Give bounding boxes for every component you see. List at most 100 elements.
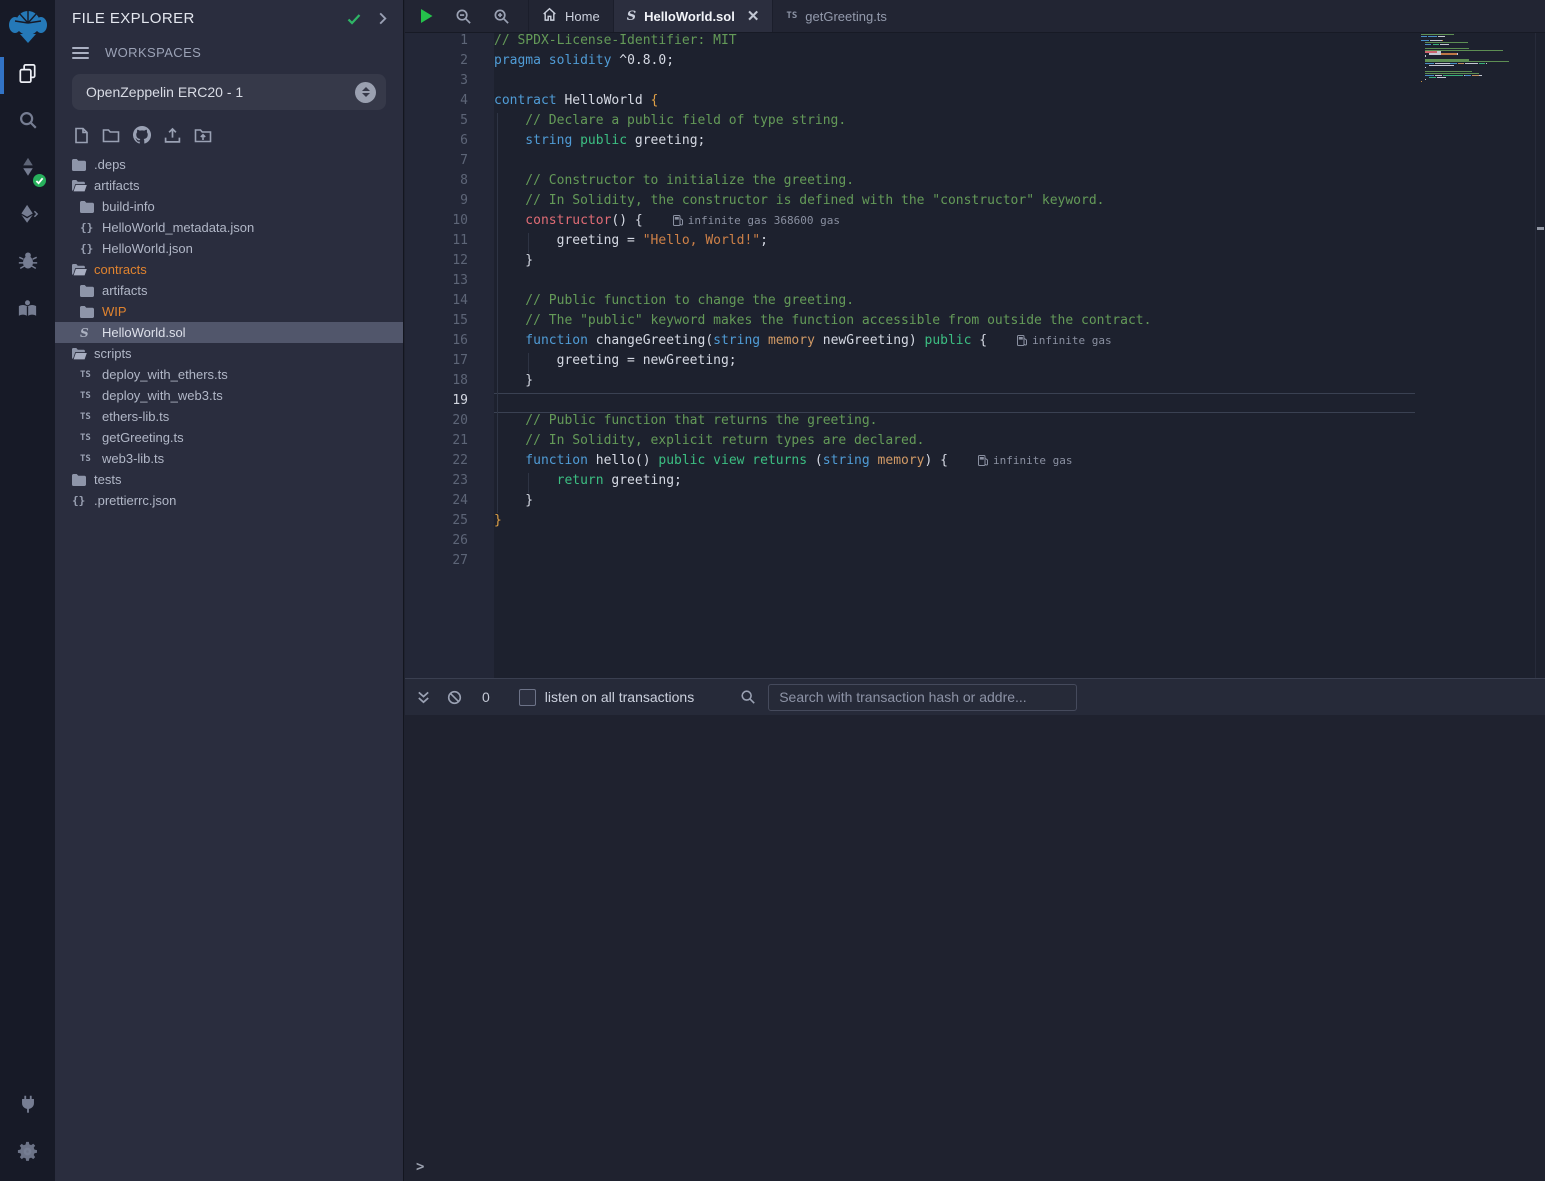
- tab-helloworld-sol[interactable]: S HelloWorld.sol ✕: [613, 0, 773, 32]
- code-line[interactable]: // SPDX-License-Identifier: MIT: [494, 33, 1415, 53]
- zoom-out-icon[interactable]: [455, 8, 472, 25]
- editor-code-area[interactable]: // SPDX-License-Identifier: MITpragma so…: [494, 33, 1415, 678]
- code-line[interactable]: [494, 73, 1415, 93]
- tree-item-deploy-with-ethers-ts[interactable]: TSdeploy_with_ethers.ts: [55, 364, 403, 385]
- line-number[interactable]: 18: [405, 373, 494, 393]
- line-number[interactable]: 12: [405, 253, 494, 273]
- line-number[interactable]: 25: [405, 513, 494, 533]
- code-line[interactable]: // In Solidity, the constructor is defin…: [494, 193, 1415, 213]
- tree-item-helloworld-metadata-json[interactable]: {}HelloWorld_metadata.json: [55, 217, 403, 238]
- rail-tutorials-button[interactable]: [0, 287, 55, 334]
- code-line[interactable]: }: [494, 493, 1415, 513]
- workspace-ok-icon[interactable]: [346, 11, 362, 27]
- new-folder-icon[interactable]: [102, 128, 120, 143]
- line-number[interactable]: 10: [405, 213, 494, 233]
- code-line[interactable]: // The "public" keyword makes the functi…: [494, 313, 1415, 333]
- line-number[interactable]: 24: [405, 493, 494, 513]
- line-number[interactable]: 20: [405, 413, 494, 433]
- tree-item-getgreeting-ts[interactable]: TSgetGreeting.ts: [55, 427, 403, 448]
- editor-gutter[interactable]: 1234567891011121314151617181920212223242…: [405, 33, 494, 678]
- tab-home[interactable]: Home: [528, 0, 613, 32]
- code-line[interactable]: constructor() {infinite gas 368600 gas: [494, 213, 1415, 233]
- line-number[interactable]: 4: [405, 93, 494, 113]
- tree-item-tests[interactable]: tests: [55, 469, 403, 490]
- upload-folder-icon[interactable]: [194, 128, 212, 143]
- code-line[interactable]: greeting = "Hello, World!";: [494, 233, 1415, 253]
- code-line[interactable]: // In Solidity, explicit return types ar…: [494, 433, 1415, 453]
- line-number[interactable]: 5: [405, 113, 494, 133]
- code-line[interactable]: [494, 393, 1415, 413]
- code-line[interactable]: [494, 153, 1415, 173]
- tree-item--deps[interactable]: .deps: [55, 154, 403, 175]
- rail-plugin-manager-button[interactable]: [0, 1083, 55, 1130]
- zoom-in-icon[interactable]: [493, 8, 510, 25]
- workspaces-menu-icon[interactable]: [72, 47, 89, 59]
- listen-transactions-checkbox[interactable]: [519, 689, 536, 706]
- tree-item-artifacts[interactable]: artifacts: [55, 175, 403, 196]
- line-number[interactable]: 13: [405, 273, 494, 293]
- tree-item--prettierrc-json[interactable]: {}.prettierrc.json: [55, 490, 403, 511]
- code-line[interactable]: greeting = newGreeting;: [494, 353, 1415, 373]
- clone-github-icon[interactable]: [133, 126, 151, 144]
- code-line[interactable]: // Public function that returns the gree…: [494, 413, 1415, 433]
- line-number[interactable]: 27: [405, 553, 494, 573]
- expand-terminal-icon[interactable]: [416, 690, 431, 705]
- code-line[interactable]: }: [494, 513, 1415, 533]
- code-line[interactable]: return greeting;: [494, 473, 1415, 493]
- line-number[interactable]: 7: [405, 153, 494, 173]
- transaction-search-input[interactable]: [768, 684, 1077, 711]
- upload-file-icon[interactable]: [164, 127, 181, 144]
- run-script-icon[interactable]: [419, 8, 434, 24]
- editor-minimap[interactable]: [1421, 34, 1535, 679]
- code-line[interactable]: // Public function to change the greetin…: [494, 293, 1415, 313]
- code-editor[interactable]: 1234567891011121314151617181920212223242…: [405, 33, 1545, 678]
- new-file-icon[interactable]: [74, 127, 89, 144]
- rail-file-explorer-button[interactable]: [0, 52, 55, 99]
- code-line[interactable]: string public greeting;: [494, 133, 1415, 153]
- code-line[interactable]: // Declare a public field of type string…: [494, 113, 1415, 133]
- line-number[interactable]: 2: [405, 53, 494, 73]
- tree-item-contracts[interactable]: contracts: [55, 259, 403, 280]
- terminal-output[interactable]: >: [405, 715, 1545, 1181]
- workspace-select[interactable]: OpenZeppelin ERC20 - 1: [72, 74, 386, 110]
- line-number[interactable]: 16: [405, 333, 494, 353]
- line-number[interactable]: 9: [405, 193, 494, 213]
- code-line[interactable]: [494, 273, 1415, 293]
- line-number[interactable]: 14: [405, 293, 494, 313]
- clear-console-icon[interactable]: [447, 690, 462, 705]
- tree-item-ethers-lib-ts[interactable]: TSethers-lib.ts: [55, 406, 403, 427]
- line-number[interactable]: 3: [405, 73, 494, 93]
- line-number[interactable]: 21: [405, 433, 494, 453]
- code-line[interactable]: }: [494, 253, 1415, 273]
- tree-item-build-info[interactable]: build-info: [55, 196, 403, 217]
- code-line[interactable]: [494, 533, 1415, 553]
- code-line[interactable]: function changeGreeting(string memory ne…: [494, 333, 1415, 353]
- rail-debugger-button[interactable]: [0, 240, 55, 287]
- line-number[interactable]: 6: [405, 133, 494, 153]
- line-number[interactable]: 8: [405, 173, 494, 193]
- code-line[interactable]: [494, 553, 1415, 573]
- tree-item-web3-lib-ts[interactable]: TSweb3-lib.ts: [55, 448, 403, 469]
- tab-getgreeting-ts[interactable]: TS getGreeting.ts: [772, 0, 900, 32]
- rail-deploy-run-button[interactable]: [0, 193, 55, 240]
- rail-search-button[interactable]: [0, 99, 55, 146]
- tree-item-deploy-with-web3-ts[interactable]: TSdeploy_with_web3.ts: [55, 385, 403, 406]
- line-number[interactable]: 11: [405, 233, 494, 253]
- rail-solidity-compiler-button[interactable]: [0, 146, 55, 193]
- tree-item-wip[interactable]: WIP: [55, 301, 403, 322]
- tree-item-artifacts[interactable]: artifacts: [55, 280, 403, 301]
- code-line[interactable]: contract HelloWorld {: [494, 93, 1415, 113]
- overview-ruler[interactable]: [1535, 33, 1545, 678]
- line-number[interactable]: 23: [405, 473, 494, 493]
- code-line[interactable]: function hello() public view returns (st…: [494, 453, 1415, 473]
- line-number[interactable]: 26: [405, 533, 494, 553]
- line-number[interactable]: 15: [405, 313, 494, 333]
- line-number[interactable]: 19: [405, 393, 494, 413]
- line-number[interactable]: 17: [405, 353, 494, 373]
- code-line[interactable]: pragma solidity ^0.8.0;: [494, 53, 1415, 73]
- rail-settings-button[interactable]: [0, 1130, 55, 1177]
- tree-item-helloworld-json[interactable]: {}HelloWorld.json: [55, 238, 403, 259]
- tree-item-helloworld-sol[interactable]: SHelloWorld.sol: [55, 322, 403, 343]
- line-number[interactable]: 22: [405, 453, 494, 473]
- code-line[interactable]: }: [494, 373, 1415, 393]
